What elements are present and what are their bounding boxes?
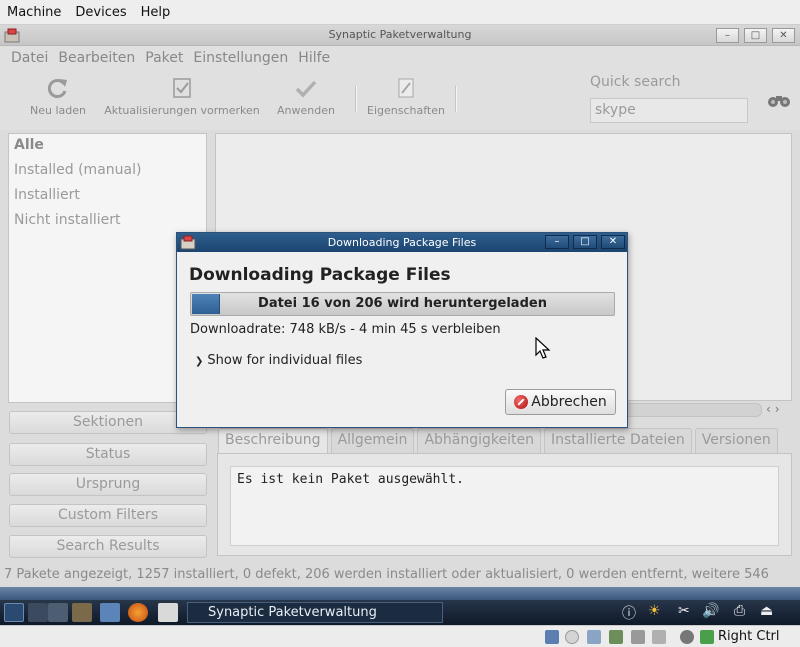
- description-pane: Es ist kein Paket ausgewählt.: [217, 453, 792, 556]
- dialog-heading: Downloading Package Files: [189, 265, 451, 285]
- mark-upgrades-icon: [173, 78, 191, 98]
- video-capture-icon[interactable]: [652, 630, 666, 644]
- expander-label: Show for individual files: [207, 353, 363, 368]
- apply-button[interactable]: Anwenden: [272, 76, 340, 117]
- mark-upgrades-label: Aktualisierungen vormerken: [104, 104, 260, 117]
- optical-drive-icon[interactable]: [565, 630, 579, 644]
- host-menu-devices[interactable]: Devices: [75, 5, 126, 20]
- tab-beschreibung[interactable]: Beschreibung: [218, 428, 328, 453]
- search-results-button[interactable]: Search Results: [9, 535, 207, 558]
- quick-search-label: Quick search: [590, 74, 681, 90]
- mouse-integration-icon[interactable]: [680, 630, 694, 644]
- dialog-close-button[interactable]: ✕: [601, 235, 625, 249]
- usb-icon[interactable]: [587, 630, 601, 644]
- host-menu-help[interactable]: Help: [141, 5, 171, 20]
- scissors-icon[interactable]: ✂: [678, 603, 690, 619]
- eject-icon[interactable]: ⏏: [760, 603, 773, 619]
- menu-datei[interactable]: Datei: [11, 50, 48, 66]
- mouse-cursor-icon: [535, 337, 551, 359]
- scroll-arrows[interactable]: ‹›: [766, 402, 784, 416]
- minimize-button[interactable]: –: [716, 28, 739, 43]
- host-menubar: Machine Devices Help: [0, 0, 800, 25]
- tools-icon[interactable]: [72, 603, 92, 622]
- description-text: Es ist kein Paket ausgewählt.: [230, 466, 779, 546]
- properties-button[interactable]: Eigenschaften: [364, 76, 448, 117]
- host-key-label: Right Ctrl: [718, 629, 780, 644]
- filter-item-alle[interactable]: Alle: [9, 134, 206, 159]
- download-dialog: Downloading Package Files – □ ✕ Download…: [176, 232, 628, 428]
- update-notifier-icon[interactable]: ☀: [648, 603, 661, 619]
- download-progress-bar: Datei 16 von 206 wird heruntergeladen: [190, 292, 615, 316]
- hard-disk-icon[interactable]: [545, 630, 559, 644]
- menu-paket[interactable]: Paket: [145, 50, 183, 66]
- details-tabs: Beschreibung Allgemein Abhängigkeiten In…: [218, 428, 781, 453]
- properties-icon: [398, 78, 414, 98]
- download-rate: Downloadrate: 748 kB/s - 4 min 45 s verb…: [190, 322, 501, 337]
- taskbar-panel-strip: [0, 587, 800, 600]
- dialog-titlebar[interactable]: Downloading Package Files – □ ✕: [177, 233, 627, 252]
- tab-abhaengigkeiten[interactable]: Abhängigkeiten: [417, 428, 541, 453]
- menu-einstellungen[interactable]: Einstellungen: [193, 50, 288, 66]
- keyboard-capture-icon[interactable]: [700, 630, 714, 644]
- toolbar-separator: [355, 86, 357, 112]
- taskbar: Synaptic Paketverwaltung ⓘ ☀ ✂ 🔊 ⎙ ⏏: [0, 600, 800, 625]
- maximize-button[interactable]: □: [744, 28, 767, 43]
- taskbar-item-synaptic[interactable]: Synaptic Paketverwaltung: [187, 602, 443, 623]
- reload-button[interactable]: Neu laden: [22, 76, 94, 117]
- reload-icon: [47, 79, 67, 98]
- menu-bearbeiten[interactable]: Bearbeiten: [58, 50, 135, 66]
- firefox-icon[interactable]: [128, 603, 148, 622]
- filter-item-installiert[interactable]: Installiert: [9, 184, 206, 209]
- origin-button[interactable]: Ursprung: [9, 473, 207, 496]
- quick-search-input[interactable]: skype: [590, 98, 748, 123]
- taskbar-item-label: Synaptic Paketverwaltung: [208, 605, 377, 620]
- filter-item-installed-manual[interactable]: Installed (manual): [9, 159, 206, 184]
- dialog-minimize-button[interactable]: –: [545, 235, 569, 249]
- cancel-icon: [514, 395, 529, 409]
- status-button[interactable]: Status: [9, 443, 207, 466]
- checkmark-icon: [295, 80, 317, 98]
- vbox-statusbar: Right Ctrl: [0, 625, 800, 647]
- toolbar: Neu laden Aktualisierungen vormerken Anw…: [0, 70, 800, 130]
- binoculars-icon[interactable]: [767, 90, 791, 110]
- dialog-maximize-button[interactable]: □: [573, 235, 597, 249]
- mark-upgrades-button[interactable]: Aktualisierungen vormerken: [104, 76, 260, 117]
- host-menu-machine[interactable]: Machine: [7, 5, 61, 20]
- cancel-label: Abbrechen: [531, 394, 607, 410]
- show-desktop-icon[interactable]: [28, 603, 48, 622]
- menu-hilfe[interactable]: Hilfe: [298, 50, 330, 66]
- info-icon[interactable]: ⓘ: [622, 603, 636, 623]
- tab-versionen[interactable]: Versionen: [694, 428, 778, 453]
- main-window-titlebar[interactable]: Synaptic Paketverwaltung – □ ✕: [0, 25, 800, 46]
- shared-folders-icon[interactable]: [609, 630, 623, 644]
- horizontal-scrollbar[interactable]: [620, 403, 762, 417]
- statusbar: 7 Pakete angezeigt, 1257 installiert, 0 …: [0, 565, 800, 585]
- workspace-switcher-icon[interactable]: [48, 603, 68, 622]
- tab-allgemein[interactable]: Allgemein: [330, 428, 415, 453]
- start-menu-icon[interactable]: [4, 603, 24, 622]
- close-button[interactable]: ✕: [772, 28, 795, 43]
- volume-icon[interactable]: 🔊: [702, 603, 719, 619]
- individual-files-expander[interactable]: ❯ Show for individual files: [195, 353, 362, 368]
- properties-label: Eigenschaften: [367, 104, 445, 117]
- app-menubar: Datei Bearbeiten Paket Einstellungen Hil…: [0, 46, 800, 70]
- network-icon[interactable]: [631, 630, 645, 644]
- progress-text: Datei 16 von 206 wird heruntergeladen: [258, 296, 547, 311]
- printer-icon[interactable]: ⎙: [734, 603, 745, 619]
- mail-icon[interactable]: [158, 603, 178, 622]
- reload-label: Neu laden: [30, 104, 86, 117]
- chevron-right-icon: ❯: [195, 356, 204, 367]
- main-window-title: Synaptic Paketverwaltung: [328, 28, 472, 41]
- filter-item-nicht-installiert[interactable]: Nicht installiert: [9, 209, 206, 234]
- apply-label: Anwenden: [277, 104, 335, 117]
- cancel-button[interactable]: Abbrechen: [505, 389, 616, 415]
- custom-filters-button[interactable]: Custom Filters: [9, 504, 207, 527]
- file-manager-icon[interactable]: [100, 603, 120, 622]
- tab-installierte-dateien[interactable]: Installierte Dateien: [543, 428, 692, 453]
- toolbar-separator: [455, 86, 457, 112]
